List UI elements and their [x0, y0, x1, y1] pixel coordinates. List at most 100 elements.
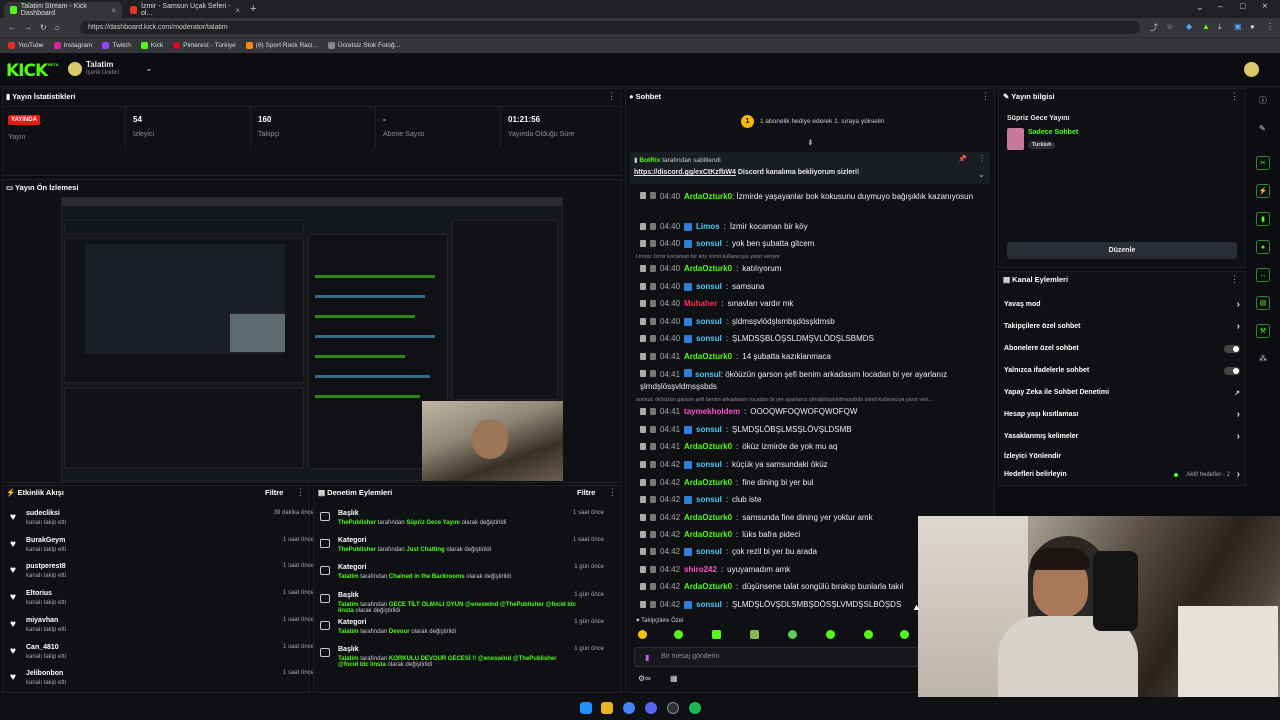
chrome-icon[interactable]: [623, 702, 635, 714]
timeout-icon[interactable]: [650, 300, 656, 307]
activity-filter-button[interactable]: Filtre: [265, 488, 283, 497]
more-icon[interactable]: ⋮: [296, 487, 305, 498]
delete-icon[interactable]: [640, 514, 646, 521]
list-icon[interactable]: ▤: [1256, 296, 1270, 310]
delete-icon[interactable]: [640, 566, 646, 573]
download-icon[interactable]: ⤓: [1218, 22, 1222, 32]
moderation-filter-button[interactable]: Filtre: [577, 488, 595, 497]
delete-icon[interactable]: [640, 408, 646, 415]
emote-icon[interactable]: [900, 630, 909, 639]
timeout-icon[interactable]: [650, 265, 656, 272]
minimize-button[interactable]: –: [1218, 1, 1223, 11]
delete-icon[interactable]: [640, 353, 646, 360]
chevron-right-icon[interactable]: ›: [1237, 409, 1240, 420]
more-icon[interactable]: ⋮: [978, 154, 986, 163]
more-icon[interactable]: ⋮: [608, 487, 617, 498]
timeout-icon[interactable]: [650, 443, 656, 450]
timeout-icon[interactable]: [650, 426, 656, 433]
delete-icon[interactable]: [640, 335, 646, 342]
chat-bubble-icon[interactable]: ●: [1256, 240, 1270, 254]
more-icon[interactable]: ⋮: [981, 91, 990, 102]
timeout-icon[interactable]: [650, 531, 656, 538]
home-icon[interactable]: ⌂: [55, 23, 60, 32]
tag-badge[interactable]: Turkish: [1028, 141, 1056, 149]
emote-icon[interactable]: [712, 630, 721, 639]
emote-icon[interactable]: [638, 630, 647, 639]
extension-icon[interactable]: ▲: [1202, 22, 1210, 31]
close-icon[interactable]: ×: [235, 6, 240, 15]
channel-action-item[interactable]: Takipçilere özel sohbet ›: [1004, 321, 1240, 333]
chat-username[interactable]: Muhaher: [684, 299, 717, 308]
extension-icon[interactable]: ◆: [1186, 22, 1192, 31]
activity-user[interactable]: miyavhan: [26, 617, 58, 624]
windows-start-icon[interactable]: [580, 702, 592, 714]
user-avatar[interactable]: [1244, 62, 1259, 77]
chat-username[interactable]: Limos: [696, 222, 720, 231]
tab-flight[interactable]: İzmir - Samsun Uçak Seferi - ol... ×: [124, 2, 246, 18]
stream-preview-video[interactable]: [61, 197, 563, 481]
timeout-icon[interactable]: [650, 566, 656, 573]
external-link-icon[interactable]: ↗: [1234, 389, 1240, 397]
delete-icon[interactable]: [640, 583, 646, 590]
more-icon[interactable]: ⋮: [1230, 274, 1239, 285]
chat-username[interactable]: sonsul: [696, 495, 722, 504]
menu-icon[interactable]: ⋮: [1266, 22, 1274, 31]
emote-icon[interactable]: [750, 630, 759, 639]
activity-user[interactable]: BurakGeym: [26, 537, 65, 544]
channel-action-item[interactable]: İzleyici Yönlendir: [1004, 453, 1240, 463]
timeout-icon[interactable]: [650, 548, 656, 555]
bookmark-stock-photos[interactable]: Ücretsiz Stok Fotoğ...: [327, 42, 400, 49]
chat-username[interactable]: sonsul: [696, 547, 722, 556]
forward-icon[interactable]: →: [24, 23, 32, 32]
chat-username[interactable]: ArdaOzturk0: [684, 442, 732, 451]
back-icon[interactable]: ←: [8, 23, 16, 32]
moderation-user[interactable]: ThePublisher: [338, 547, 376, 553]
pin-icon[interactable]: 📌: [958, 155, 967, 163]
file-explorer-icon[interactable]: [601, 702, 613, 714]
chat-username[interactable]: ArdaOzturk0: [684, 582, 732, 591]
delete-icon[interactable]: [640, 531, 646, 538]
bookmark-kick[interactable]: Kick: [140, 42, 163, 49]
pinned-link[interactable]: https://discord.gg/exCtKzfbW4: [634, 169, 736, 176]
chat-username[interactable]: sonsul: [695, 370, 721, 379]
activity-user[interactable]: Eltorius: [26, 590, 52, 597]
chat-username[interactable]: sonsul: [696, 282, 722, 291]
bookmark-star-icon[interactable]: ☆: [1166, 22, 1173, 31]
delete-icon[interactable]: [640, 479, 646, 486]
delete-icon[interactable]: [640, 496, 646, 503]
edit-button[interactable]: Düzenle: [1007, 242, 1237, 259]
delete-icon[interactable]: [640, 240, 646, 247]
share-icon[interactable]: ⤴: [1150, 22, 1158, 33]
chat-username[interactable]: ArdaOzturk0: [684, 352, 732, 361]
document-icon[interactable]: ▮: [1256, 212, 1270, 226]
chat-username[interactable]: ArdaOzturk0: [684, 192, 732, 201]
delete-icon[interactable]: [640, 223, 646, 230]
chat-username[interactable]: sonsul: [696, 334, 722, 343]
delete-icon[interactable]: [640, 318, 646, 325]
activity-user[interactable]: Jelibonbon: [26, 670, 63, 677]
chat-input[interactable]: ▮ Bir mesaj gönderin: [634, 647, 919, 667]
raid-icon[interactable]: ↔: [1256, 268, 1270, 282]
chevron-right-icon[interactable]: ›: [1237, 299, 1240, 310]
mic-icon[interactable]: ▮: [645, 653, 649, 662]
tab-kick-dashboard[interactable]: Talatim Stream - Kick Dashboard ×: [4, 2, 122, 18]
pencil-icon[interactable]: ✎: [1259, 124, 1266, 133]
delete-icon[interactable]: [640, 192, 646, 199]
chat-username[interactable]: sonsul: [696, 600, 722, 609]
chat-settings-icon[interactable]: ⚙∞: [638, 674, 651, 683]
timeout-icon[interactable]: [650, 601, 656, 608]
activity-user[interactable]: pustperest8: [26, 563, 66, 570]
delete-icon[interactable]: [640, 461, 646, 468]
timeout-icon[interactable]: [650, 318, 656, 325]
delete-icon[interactable]: [640, 426, 646, 433]
delete-icon[interactable]: [640, 548, 646, 555]
timeout-icon[interactable]: [650, 353, 656, 360]
channel-action-item[interactable]: Hedefleri belirleyin Aktif hedefler - 2 ›: [1004, 469, 1240, 481]
activity-user[interactable]: sudecliksi: [26, 510, 60, 517]
chat-username[interactable]: taymekholdem: [684, 407, 740, 416]
moderation-user[interactable]: Talatim: [338, 629, 359, 635]
chevron-down-icon[interactable]: ⌄: [1196, 2, 1204, 13]
timeout-icon[interactable]: [650, 583, 656, 590]
channel-action-item[interactable]: Abonelere özel sohbet: [1004, 345, 1240, 355]
delete-icon[interactable]: [640, 283, 646, 290]
